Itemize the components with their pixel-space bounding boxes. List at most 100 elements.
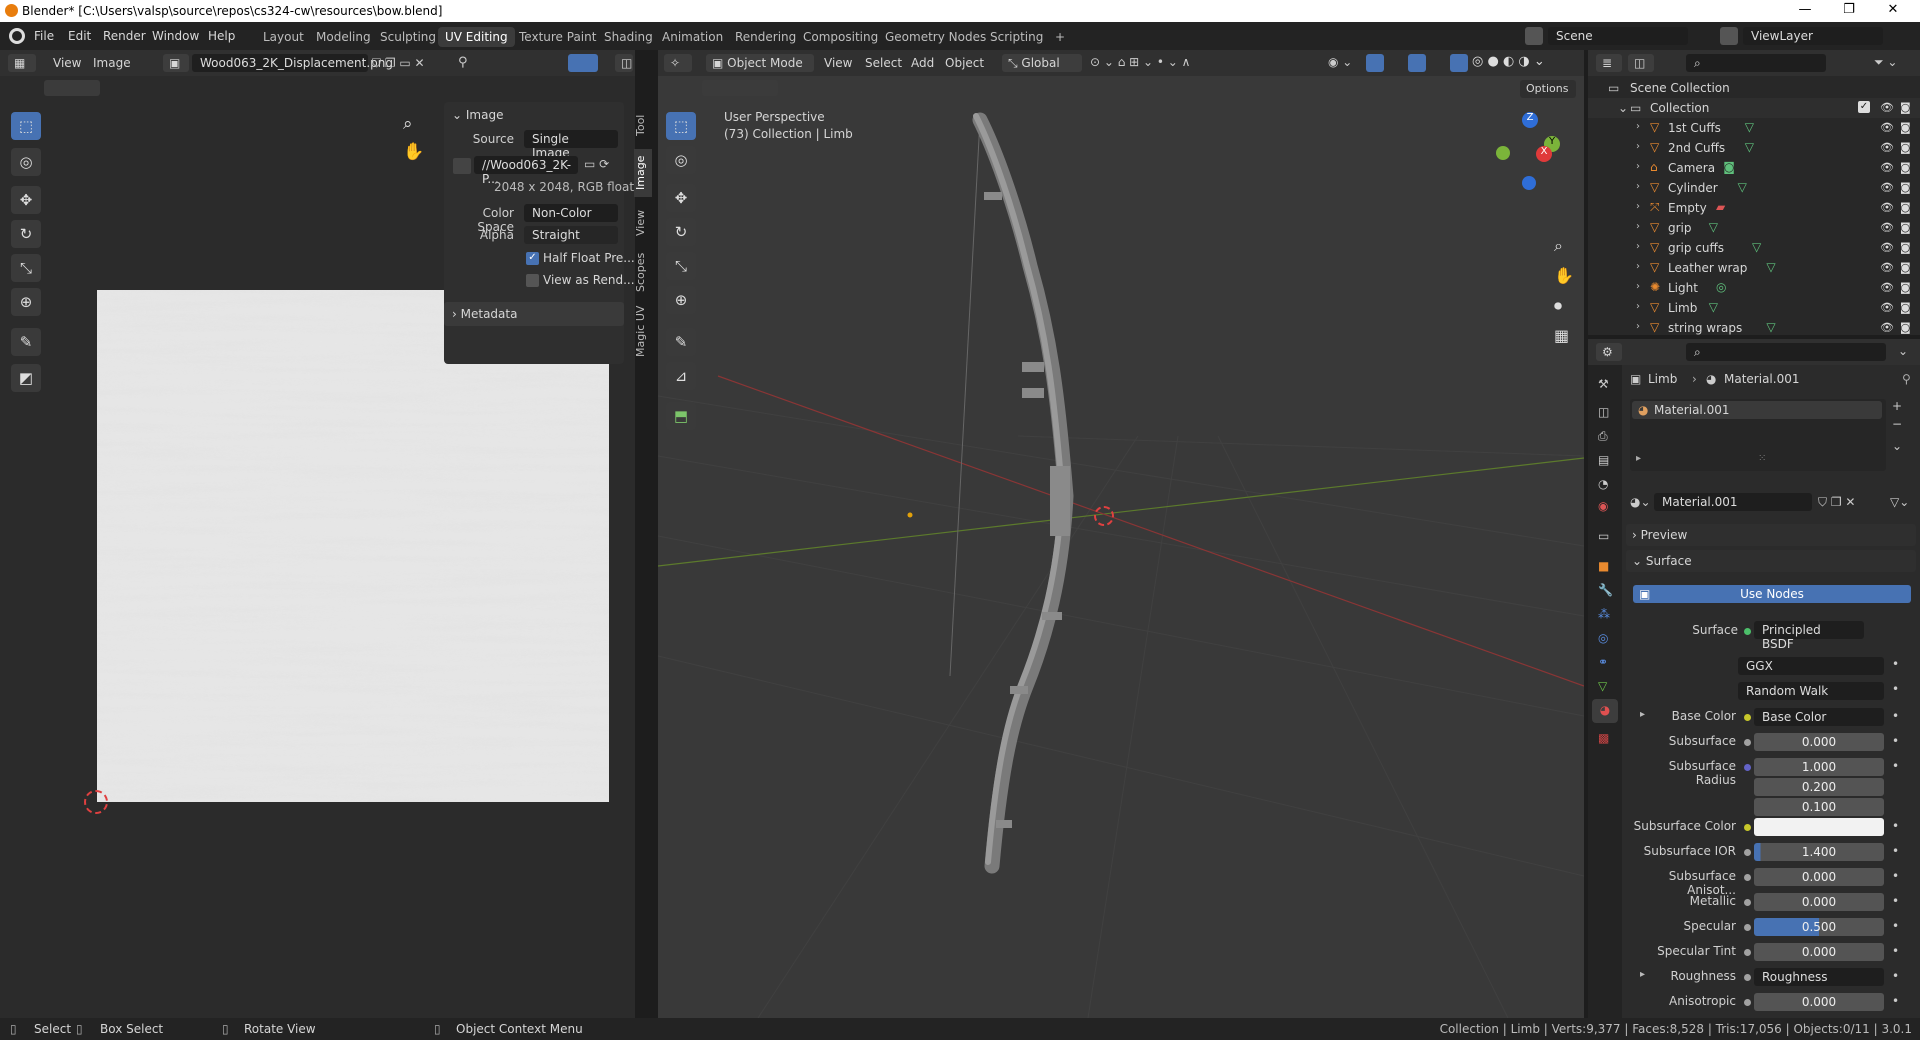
property-value-field[interactable]: 0.100 xyxy=(1754,798,1884,816)
keyframe-dot-icon[interactable]: • xyxy=(1892,869,1899,883)
physics-tab-icon[interactable]: ◎ xyxy=(1598,631,1608,645)
annotate-tool-icon[interactable]: ✎ xyxy=(666,328,696,356)
gizmo-z-icon[interactable]: Z xyxy=(1522,112,1538,128)
workspace-tab-uv-editing[interactable]: UV Editing xyxy=(438,27,515,47)
select-box-tool-icon[interactable]: ⬚ xyxy=(11,112,41,140)
image-datablock-icons[interactable]: ⛉ ❐ ▭ ✕ xyxy=(372,56,425,71)
workspace-tab-layout[interactable]: Layout xyxy=(256,27,311,47)
filter-icon[interactable]: ⏷ ⌄ xyxy=(1874,55,1897,70)
mesh-data-icon[interactable]: ▽ xyxy=(1752,240,1761,254)
pin-icon[interactable]: ⚲ xyxy=(458,55,468,70)
tab-image[interactable]: Image xyxy=(634,149,652,197)
outliner-item[interactable]: › ▽ Cylinder ▽ 👁 ◙ xyxy=(1588,178,1920,198)
expand-arrow-icon[interactable]: › xyxy=(1636,201,1640,212)
move-tool-icon[interactable]: ✥ xyxy=(666,184,696,212)
color-space-dropdown[interactable]: Non-Color xyxy=(524,204,618,222)
keyframe-dot-icon[interactable]: • xyxy=(1892,734,1899,748)
property-value-field[interactable]: 0.200 xyxy=(1754,778,1884,796)
workspace-tab-scripting[interactable]: Scripting xyxy=(983,27,1050,47)
half-float-checkbox[interactable]: ✓ xyxy=(526,252,539,265)
render-camera-icon[interactable]: ◙ xyxy=(1900,141,1911,154)
output-tab-icon[interactable]: ⎙ xyxy=(1598,429,1608,444)
visibility-eye-icon[interactable]: 👁 xyxy=(1880,301,1894,314)
uv-menu-image[interactable]: Image xyxy=(93,56,131,70)
property-link-field[interactable]: Base Color xyxy=(1754,708,1884,726)
source-dropdown[interactable]: Single Image xyxy=(524,130,618,160)
add-cube-tool-icon[interactable]: ⬒ xyxy=(666,402,696,430)
scene-collection-row[interactable]: ▭ Scene Collection xyxy=(1588,78,1920,98)
menu-window[interactable]: Window xyxy=(152,29,199,43)
property-value-field[interactable]: 0.000 xyxy=(1754,993,1884,1011)
move-tool-icon[interactable]: ✥ xyxy=(11,186,41,214)
world-tab-icon[interactable]: ◉ xyxy=(1598,499,1608,513)
visibility-eye-icon[interactable]: 👁 xyxy=(1880,121,1894,134)
scale-tool-icon[interactable]: ⤡ xyxy=(666,252,696,280)
workspace-tab-modeling[interactable]: Modeling xyxy=(309,27,378,47)
3d-cursor-icon[interactable] xyxy=(1094,506,1114,526)
particles-tab-icon[interactable]: ⁂ xyxy=(1598,607,1610,621)
expand-arrow-icon[interactable]: › xyxy=(1636,161,1640,172)
outliner-item[interactable]: › ✺ Light ◎ 👁 ◙ xyxy=(1588,278,1920,298)
material-slot-row[interactable]: ◕ Material.001 xyxy=(1632,401,1882,419)
scene-icon[interactable] xyxy=(1525,27,1543,45)
transform-tool-icon[interactable]: ⊕ xyxy=(666,286,696,314)
expand-arrow-icon[interactable]: › xyxy=(1636,221,1640,232)
render-camera-icon[interactable]: ◙ xyxy=(1900,161,1911,174)
orientation-dropdown[interactable]: ⤡ Global xyxy=(1002,54,1082,72)
modifier-tab-icon[interactable]: 🔧 xyxy=(1598,583,1613,597)
property-value-field[interactable]: 0.500 xyxy=(1754,918,1884,936)
render-camera-icon[interactable]: ◙ xyxy=(1900,201,1911,214)
light-data-icon[interactable]: ◎ xyxy=(1716,280,1726,294)
expand-arrow-icon[interactable]: › xyxy=(1636,241,1640,252)
render-camera-icon[interactable]: ◙ xyxy=(1900,221,1911,234)
scale-tool-icon[interactable]: ⤡ xyxy=(11,254,41,282)
overlay-toggle-icon[interactable] xyxy=(1408,54,1426,72)
keyframe-dot-icon[interactable]: • xyxy=(1892,894,1899,908)
render-tab-icon[interactable]: ◫ xyxy=(1598,405,1609,419)
keyframe-dot-icon[interactable]: • xyxy=(1892,944,1899,958)
view-layer-icon[interactable] xyxy=(1720,27,1738,45)
material-tab-icon[interactable]: ◕ xyxy=(1592,699,1618,723)
workspace-tab-sculpting[interactable]: Sculpting xyxy=(373,27,443,47)
outliner-item[interactable]: › ▽ 1st Cuffs ▽ 👁 ◙ xyxy=(1588,118,1920,138)
expand-arrow-icon[interactable]: › xyxy=(1636,181,1640,192)
editor-type-icon[interactable]: ⚙ xyxy=(1596,343,1622,361)
add-workspace-button[interactable]: + xyxy=(1048,27,1072,47)
xray-toggle-icon[interactable] xyxy=(1450,54,1468,72)
distribution-dropdown[interactable]: GGX xyxy=(1738,657,1884,675)
cursor-tool-icon[interactable]: ◎ xyxy=(11,148,41,176)
add-slot-icon[interactable]: + xyxy=(1892,399,1902,413)
open-file-icon[interactable]: ▭ ⟳ xyxy=(584,157,609,171)
render-camera-icon[interactable]: ◙ xyxy=(1900,321,1911,334)
image-texture-canvas[interactable] xyxy=(97,290,609,802)
expand-arrow-icon[interactable]: › xyxy=(1636,301,1640,312)
expand-arrow-icon[interactable]: › xyxy=(1636,121,1640,132)
workspace-tab-rendering[interactable]: Rendering xyxy=(728,27,803,47)
keyframe-dot-icon[interactable]: • xyxy=(1892,844,1899,858)
expand-arrow-icon[interactable]: › xyxy=(1636,141,1640,152)
property-value-field[interactable]: 0.000 xyxy=(1754,868,1884,886)
material-browse-icon[interactable]: ◕⌄ xyxy=(1630,495,1651,509)
render-camera-icon[interactable]: ◙ xyxy=(1900,261,1911,274)
select-box-tool-icon[interactable]: ⬚ xyxy=(666,112,696,140)
visibility-eye-icon[interactable]: 👁 xyxy=(1880,321,1894,334)
outliner-item[interactable]: › ▽ Leather wrap ▽ 👁 ◙ xyxy=(1588,258,1920,278)
visibility-eye-icon[interactable]: 👁 xyxy=(1880,141,1894,154)
outliner-item[interactable]: › ▽ grip cuffs ▽ 👁 ◙ xyxy=(1588,238,1920,258)
outliner-item[interactable]: › ▽ Limb ▽ 👁 ◙ xyxy=(1588,298,1920,318)
render-camera-icon[interactable]: ◙ xyxy=(1900,121,1911,134)
visibility-eye-icon[interactable]: 👁 xyxy=(1880,221,1894,234)
visibility-eye-icon[interactable]: 👁 xyxy=(1880,261,1894,274)
remove-slot-icon[interactable]: − xyxy=(1892,417,1902,431)
object-tab-icon[interactable]: ■ xyxy=(1598,559,1609,573)
image-panel-header[interactable]: ⌄ Image xyxy=(452,108,503,122)
workspace-tab-geometry-nodes[interactable]: Geometry Nodes xyxy=(878,27,993,47)
outliner-item[interactable]: › ▽ string wraps ▽ 👁 ◙ xyxy=(1588,318,1920,338)
render-camera-icon[interactable]: ◙ xyxy=(1900,181,1911,194)
pin-icon[interactable]: ⚲ xyxy=(1902,372,1911,386)
rotate-tool-icon[interactable]: ↻ xyxy=(666,218,696,246)
zoom-icon[interactable]: ⌕ xyxy=(403,114,413,134)
shading-mode-icons[interactable]: ◎ ● ◐ ◑ ⌄ xyxy=(1472,54,1545,69)
expand-arrow-icon[interactable]: › xyxy=(1636,321,1640,332)
keyframe-dot-icon[interactable]: • xyxy=(1892,969,1899,983)
